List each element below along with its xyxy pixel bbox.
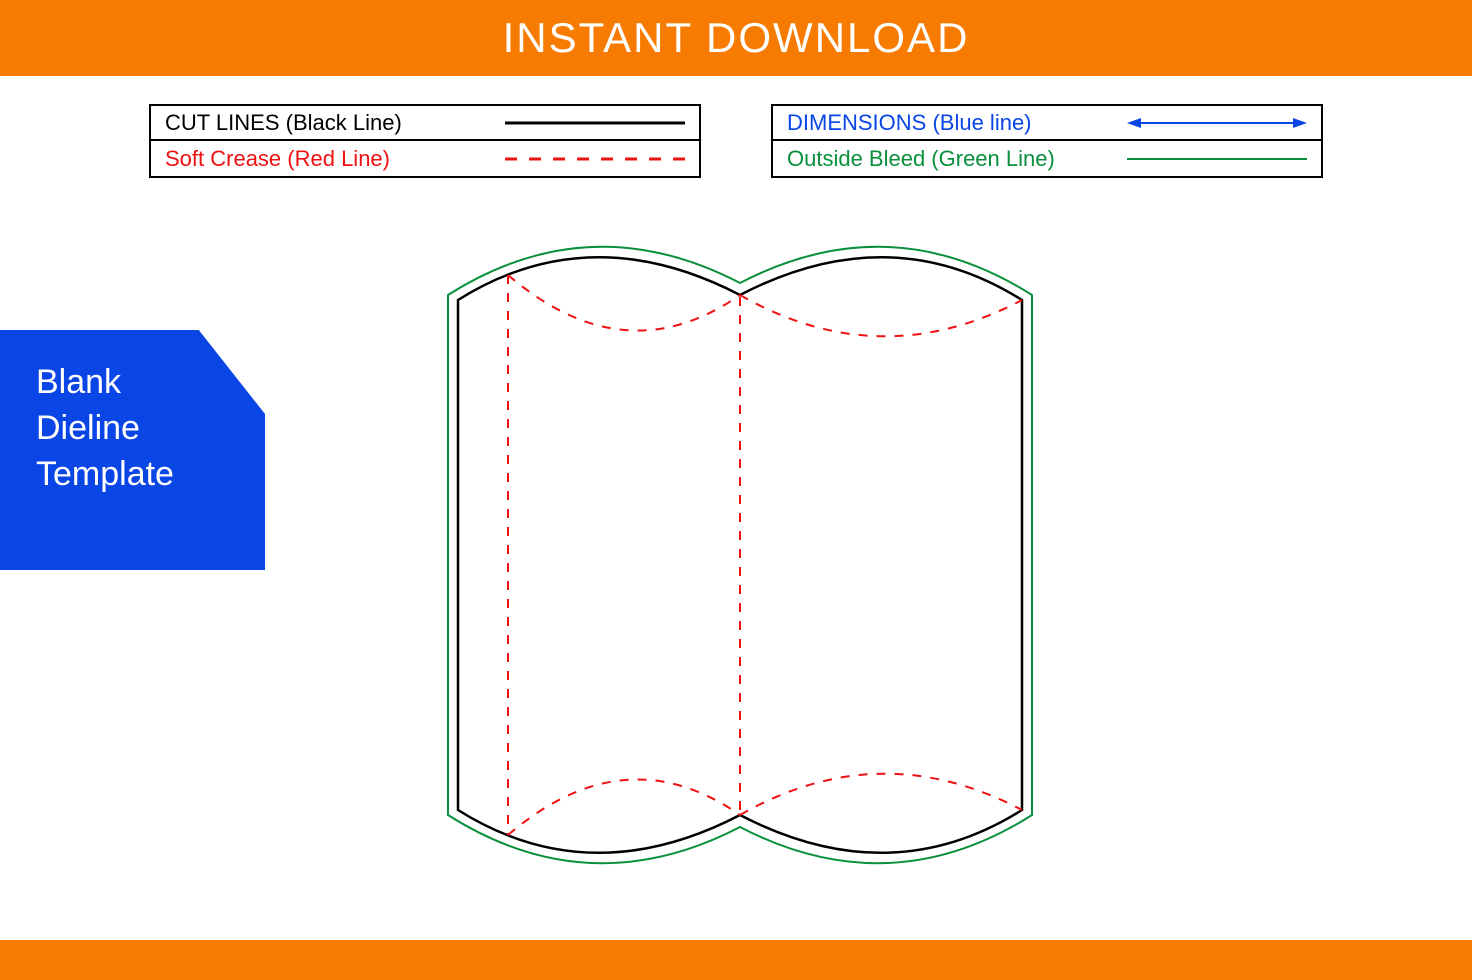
- crease-line-sample: [505, 154, 685, 164]
- banner-title: INSTANT DOWNLOAD: [503, 14, 970, 62]
- legend-row-cutlines: CUT LINES (Black Line): [151, 106, 699, 141]
- side-label-line1: Blank: [36, 360, 265, 406]
- legend-row-crease: Soft Crease (Red Line): [151, 141, 699, 176]
- legend-container: CUT LINES (Black Line) Soft Crease (Red …: [0, 104, 1472, 178]
- side-label-line2: Dieline: [36, 406, 265, 452]
- legend-row-dimensions: DIMENSIONS (Blue line): [773, 106, 1321, 141]
- cut-line-sample: [505, 118, 685, 128]
- legend-label-crease: Soft Crease (Red Line): [165, 146, 505, 172]
- bleed-line-sample: [1127, 154, 1307, 164]
- dimension-line-sample: [1127, 116, 1307, 130]
- legend-label-bleed: Outside Bleed (Green Line): [787, 146, 1127, 172]
- side-label-line3: Template: [36, 452, 265, 498]
- legend-box-left: CUT LINES (Black Line) Soft Crease (Red …: [149, 104, 701, 178]
- legend-label-cutlines: CUT LINES (Black Line): [165, 110, 505, 136]
- bottom-banner: [0, 940, 1472, 980]
- top-banner: INSTANT DOWNLOAD: [0, 0, 1472, 76]
- legend-row-bleed: Outside Bleed (Green Line): [773, 141, 1321, 176]
- dieline-template: [430, 205, 1050, 905]
- legend-box-right: DIMENSIONS (Blue line) Outside Bleed (Gr…: [771, 104, 1323, 178]
- legend-label-dimensions: DIMENSIONS (Blue line): [787, 110, 1127, 136]
- side-label-panel: Blank Dieline Template: [0, 330, 265, 570]
